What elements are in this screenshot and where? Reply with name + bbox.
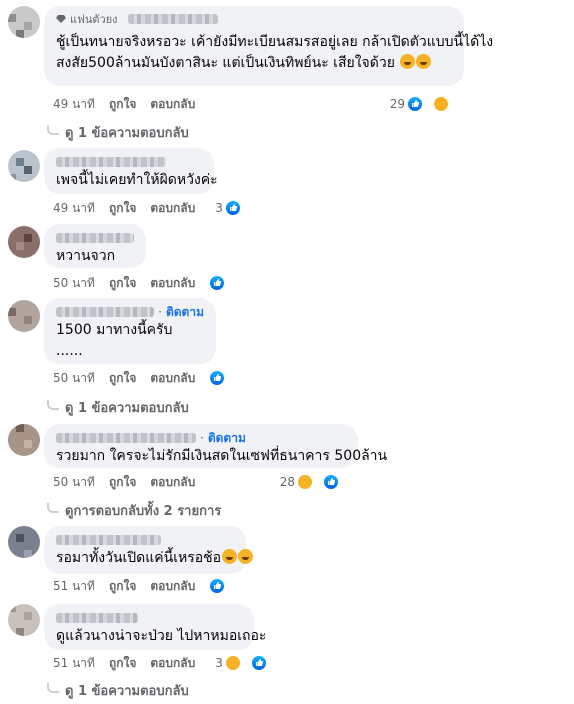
reaction-summary[interactable] <box>209 275 239 291</box>
like-button[interactable]: ถูกใจ <box>109 199 136 218</box>
comment-bubble: · ติดตาม รวยมาก ใครจะไม่รักมีเงินสดในเซฟ… <box>44 424 388 468</box>
timestamp[interactable]: 51 นาที <box>53 577 95 596</box>
comment-bubble: · ติดตาม 1500 มาทางนี้ครับ ...... <box>44 298 216 364</box>
author-name[interactable] <box>56 233 134 243</box>
comment-actions: 50 นาที ถูกใจ ตอบกลับ <box>53 370 239 386</box>
timestamp[interactable]: 49 นาที <box>53 95 95 114</box>
comment-text: รอมาทั้งวันเปิดแค่นี้เหรอช้อ <box>56 548 254 569</box>
like-reaction-icon <box>209 578 226 594</box>
avatar[interactable] <box>8 150 40 182</box>
timestamp[interactable]: 50 นาที <box>53 473 95 492</box>
comment-text: เพจนี้ไม่เคยทำให้ผิดหวังค่ะ <box>56 172 218 188</box>
comment-text: 1500 มาทางนี้ครับ ...... <box>56 322 173 359</box>
author-name[interactable] <box>56 535 161 545</box>
reaction-summary[interactable] <box>209 578 239 594</box>
haha-reaction-icon <box>433 96 449 112</box>
like-reaction-icon <box>224 200 241 216</box>
comment-text: ชู้เป็นทนายจริงหรอวะ เค้ายังมีทะเบียนสมร… <box>56 34 494 71</box>
timestamp[interactable]: 51 นาที <box>53 654 95 673</box>
timestamp[interactable]: 49 นาที <box>53 199 95 218</box>
comment-text: รวยมาก ใครจะไม่รักมีเงินสดในเซฟที่ธนาคาร… <box>56 448 388 464</box>
comment-bubble: แฟนตัวยง ชู้เป็นทนายจริงหรอวะ เค้ายังมีท… <box>44 6 494 86</box>
reply-thread-line <box>47 682 59 693</box>
comment-actions: 49 นาที ถูกใจ ตอบกลับ 29 <box>53 96 463 112</box>
author-name[interactable] <box>56 613 138 623</box>
reply-button[interactable]: ตอบกลับ <box>150 577 195 596</box>
author-name[interactable] <box>56 307 155 317</box>
haha-reaction-icon <box>224 655 241 671</box>
reaction-summary[interactable] <box>209 370 239 386</box>
reply-button[interactable]: ตอบกลับ <box>150 473 195 492</box>
comment-text: หวานจวก <box>56 248 116 264</box>
avatar[interactable] <box>8 424 40 456</box>
grin-emoji-icon <box>238 549 254 564</box>
author-name[interactable] <box>127 14 218 24</box>
reply-thread-line <box>47 399 59 410</box>
avatar[interactable] <box>8 226 40 258</box>
comment-actions: 51 นาที ถูกใจ ตอบกลับ <box>53 578 239 594</box>
avatar[interactable] <box>8 6 40 38</box>
reaction-summary[interactable]: 28 <box>280 474 353 490</box>
grin-emoji-icon <box>222 549 238 564</box>
avatar[interactable] <box>8 604 40 636</box>
reaction-summary[interactable]: 29 <box>390 96 463 112</box>
like-button[interactable]: ถูกใจ <box>109 577 136 596</box>
comment-actions: 50 นาที ถูกใจ ตอบกลับ <box>53 275 239 291</box>
reply-thread-line <box>47 502 59 513</box>
view-replies-link[interactable]: ดูการตอบกลับทั้ง 2 รายการ <box>47 500 221 521</box>
like-reaction-icon <box>323 474 339 490</box>
comment-bubble: ดูแล้วนางน่าจะป่วย ไปหาหมอเถอะ <box>44 604 267 650</box>
reply-thread-line <box>47 124 59 135</box>
comment-actions: 49 นาที ถูกใจ ตอบกลับ 3 <box>53 200 255 216</box>
view-replies-link[interactable]: ดู 1 ข้อความตอบกลับ <box>47 122 189 143</box>
view-replies-link[interactable]: ดู 1 ข้อความตอบกลับ <box>47 680 189 701</box>
reaction-summary[interactable]: 3 <box>215 200 255 216</box>
reaction-summary[interactable]: 3 <box>215 655 281 671</box>
top-fan-badge: แฟนตัวยง <box>56 12 452 26</box>
reply-button[interactable]: ตอบกลับ <box>150 654 195 673</box>
like-button[interactable]: ถูกใจ <box>109 473 136 492</box>
comment-bubble: เพจนี้ไม่เคยทำให้ผิดหวังค่ะ <box>44 148 218 194</box>
like-reaction-icon <box>209 275 226 291</box>
timestamp[interactable]: 50 นาที <box>53 369 95 388</box>
reply-button[interactable]: ตอบกลับ <box>150 369 195 388</box>
timestamp[interactable]: 50 นาที <box>53 274 95 293</box>
reply-button[interactable]: ตอบกลับ <box>150 95 195 114</box>
like-button[interactable]: ถูกใจ <box>109 95 136 114</box>
comment-text: ดูแล้วนางน่าจะป่วย ไปหาหมอเถอะ <box>56 628 267 644</box>
view-replies-link[interactable]: ดู 1 ข้อความตอบกลับ <box>47 397 189 418</box>
comment-bubble: รอมาทั้งวันเปิดแค่นี้เหรอช้อ <box>44 526 254 574</box>
avatar[interactable] <box>8 526 40 558</box>
follow-button[interactable]: ติดตาม <box>208 429 246 448</box>
reply-button[interactable]: ตอบกลับ <box>150 199 195 218</box>
comment-actions: 50 นาที ถูกใจ ตอบกลับ 28 <box>53 474 353 490</box>
like-button[interactable]: ถูกใจ <box>109 369 136 388</box>
like-reaction-icon <box>209 370 226 386</box>
like-reaction-icon <box>407 96 423 112</box>
like-reaction-icon <box>250 655 267 671</box>
like-button[interactable]: ถูกใจ <box>109 654 136 673</box>
reply-button[interactable]: ตอบกลับ <box>150 274 195 293</box>
author-name[interactable] <box>56 157 166 167</box>
avatar[interactable] <box>8 300 40 332</box>
author-name[interactable] <box>56 433 196 443</box>
comment-bubble: หวานจวก <box>44 224 146 268</box>
diamond-icon <box>56 15 66 23</box>
follow-button[interactable]: ติดตาม <box>166 303 204 322</box>
rofl-emoji-icon <box>416 54 432 69</box>
like-button[interactable]: ถูกใจ <box>109 274 136 293</box>
rofl-emoji-icon <box>400 54 416 69</box>
haha-reaction-icon <box>297 474 313 490</box>
comment-actions: 51 นาที ถูกใจ ตอบกลับ 3 <box>53 655 281 671</box>
